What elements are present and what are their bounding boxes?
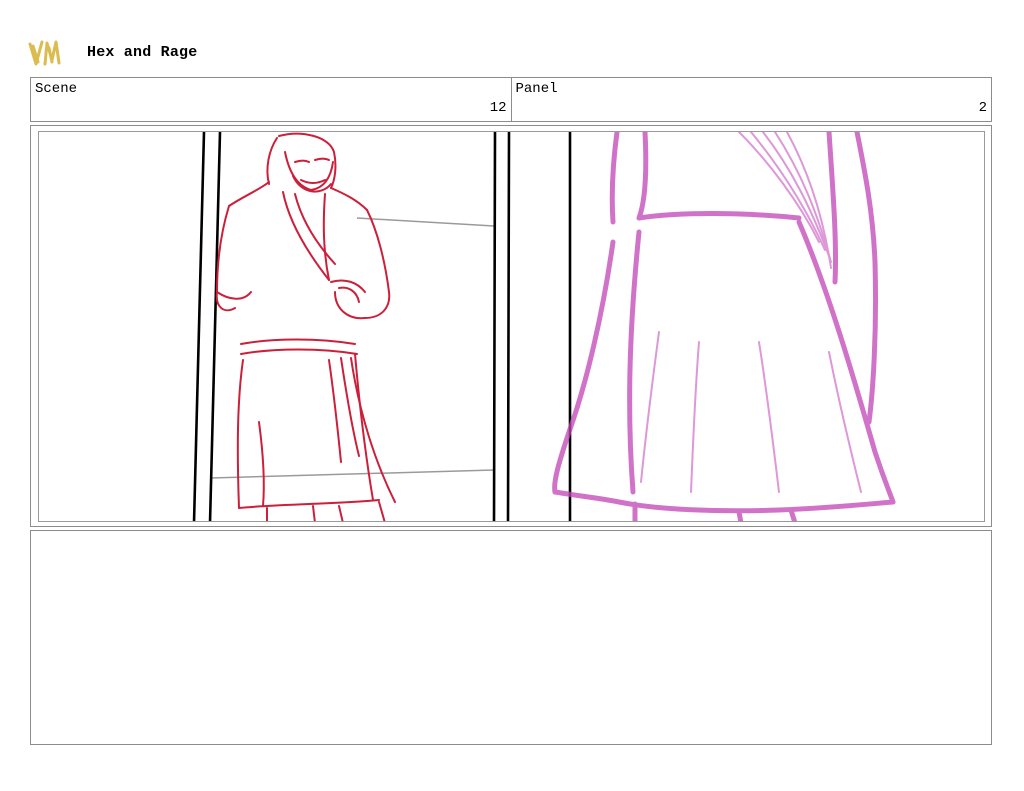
panel-cell: Panel 2: [510, 78, 992, 121]
scene-cell: Scene 12: [31, 78, 511, 121]
storyboard-image: [38, 131, 985, 522]
document-title: Hex and Rage: [87, 44, 198, 61]
vm-logo-icon: [28, 38, 64, 68]
scene-panel-row: Scene 12 Panel 2: [30, 77, 992, 122]
header: Hex and Rage: [28, 38, 428, 68]
scene-label: Scene: [35, 81, 78, 97]
storyboard-frame: [30, 125, 992, 527]
panel-label: Panel: [515, 81, 558, 97]
notes-box: [30, 530, 992, 745]
panel-number: 2: [978, 100, 987, 116]
scene-number: 12: [489, 100, 507, 116]
